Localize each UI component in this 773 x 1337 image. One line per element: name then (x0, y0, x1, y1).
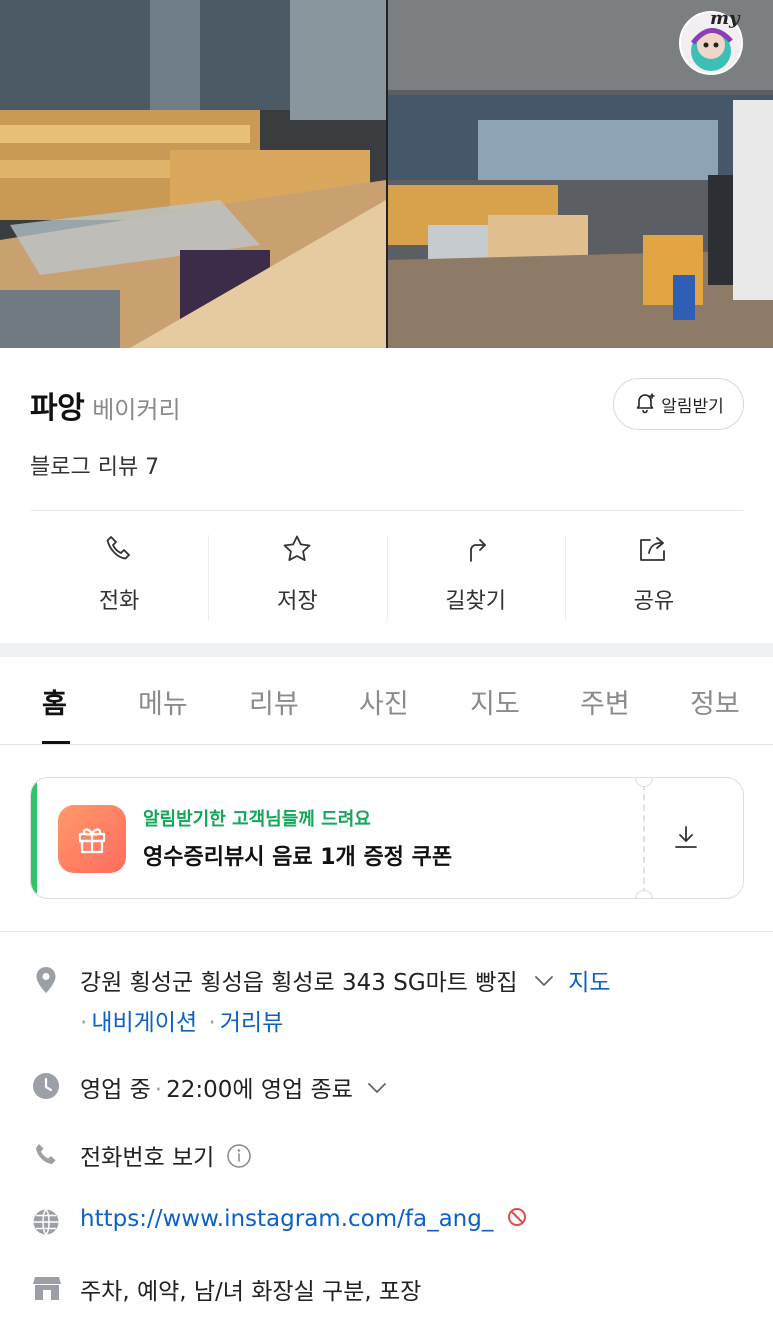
amenities-text: 주차, 예약, 남/녀 화장실 구분, 포장 (80, 1279, 422, 1305)
star-icon (281, 533, 313, 569)
website-row[interactable]: https://www.instagram.com/fa_ang_ (80, 1206, 527, 1233)
coupon-accent-bar (31, 778, 37, 898)
tab-menu[interactable]: 메뉴 (138, 682, 188, 721)
store-icon (32, 1274, 62, 1306)
coupon-notch (635, 778, 653, 787)
info-circle-icon[interactable] (226, 1143, 252, 1175)
alarm-subscribe-button[interactable]: 알림받기 (613, 378, 744, 430)
address-links: · 내비게이션 · 거리뷰 (76, 1003, 283, 1037)
website-link[interactable]: https://www.instagram.com/fa_ang_ (80, 1206, 493, 1232)
download-icon (671, 826, 701, 856)
coupon-card[interactable]: 알림받기한 고객님들께 드려요 영수증리뷰시 음료 1개 증정 쿠폰 (30, 777, 744, 899)
divider (30, 510, 743, 511)
show-phone-number[interactable]: 전화번호 보기 (80, 1145, 214, 1171)
share-label: 공유 (633, 589, 675, 614)
share-button[interactable]: 공유 (564, 530, 743, 622)
tab-info[interactable]: 정보 (690, 682, 740, 721)
place-name: 파앙 (30, 391, 85, 426)
address-text: 강원 횡성군 횡성읍 횡성로 343 SG마트 빵집 (80, 970, 518, 996)
coupon-perforation (643, 784, 645, 894)
divider (0, 931, 773, 932)
gift-icon (58, 805, 126, 873)
globe-icon (32, 1208, 60, 1240)
amenities-row[interactable]: 주차, 예약, 남/녀 화장실 구분, 포장 (80, 1272, 421, 1306)
chevron-down-icon[interactable] (366, 1077, 388, 1105)
clock-icon (32, 1072, 60, 1104)
navigation-link[interactable]: 내비게이션 (91, 1010, 197, 1036)
save-button[interactable]: 저장 (208, 530, 386, 622)
location-pin-icon (32, 965, 60, 999)
avatar-my-label: my (710, 8, 740, 29)
download-coupon-button[interactable] (671, 822, 701, 856)
coupon-subtitle: 알림받기한 고객님들께 드려요 (143, 809, 371, 830)
action-bar: 전화 저장 길찾기 공유 (30, 530, 743, 622)
separator-dot: · (80, 1010, 88, 1036)
place-category: 베이커리 (92, 396, 181, 424)
directions-button[interactable]: 길찾기 (386, 530, 565, 622)
save-label: 저장 (277, 589, 318, 614)
blog-review-count[interactable]: 블로그 리뷰 7 (30, 449, 159, 481)
call-button[interactable]: 전화 (30, 530, 208, 622)
directions-label: 길찾기 (445, 589, 506, 614)
closing-time: 22:00에 영업 종료 (166, 1077, 353, 1103)
photo-gallery[interactable] (0, 0, 773, 348)
coupon-notch (635, 890, 653, 898)
tab-reviews[interactable]: 리뷰 (249, 682, 299, 721)
chevron-down-icon[interactable] (533, 970, 555, 998)
share-icon (637, 533, 671, 569)
phone-icon (32, 1141, 60, 1173)
section-divider (0, 643, 773, 657)
alarm-label: 알림받기 (661, 396, 724, 417)
bakery-photo-1[interactable] (0, 0, 386, 348)
bell-plus-icon (633, 390, 657, 419)
business-status: 영업 중 (80, 1077, 151, 1103)
tab-nearby[interactable]: 주변 (580, 682, 630, 721)
separator-dot: · (208, 1010, 216, 1036)
coupon-title: 영수증리뷰시 음료 1개 증정 쿠폰 (143, 845, 453, 870)
directions-arrow-icon (460, 533, 492, 569)
blocked-icon (507, 1207, 527, 1233)
phone-icon (103, 533, 135, 569)
place-header: 파앙 베이커리 (30, 383, 181, 427)
active-tab-indicator (42, 741, 70, 744)
tab-map[interactable]: 지도 (470, 682, 520, 721)
tab-photos[interactable]: 사진 (359, 682, 409, 721)
separator-dot: · (154, 1077, 163, 1103)
streetview-link[interactable]: 거리뷰 (220, 1010, 283, 1036)
call-label: 전화 (98, 589, 140, 614)
tab-bar: 홈 메뉴 리뷰 사진 지도 주변 정보 (0, 657, 773, 745)
hours-row[interactable]: 영업 중 · 22:00에 영업 종료 (80, 1070, 388, 1105)
map-link[interactable]: 지도 (568, 970, 610, 996)
phone-row[interactable]: 전화번호 보기 (80, 1138, 252, 1175)
address-row[interactable]: 강원 횡성군 횡성읍 횡성로 343 SG마트 빵집 지도 (80, 963, 611, 998)
tab-home[interactable]: 홈 (42, 682, 67, 721)
